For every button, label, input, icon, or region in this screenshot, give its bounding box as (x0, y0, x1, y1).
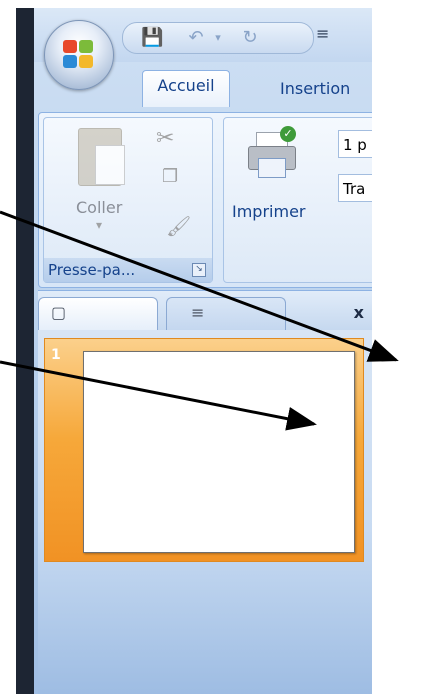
print-option-field[interactable]: Tra (338, 174, 372, 202)
customize-qat-icon[interactable]: ≡ (316, 24, 329, 43)
clipboard-group-label: Presse-pa... (44, 258, 212, 282)
paste-button-label[interactable]: Coller (76, 198, 122, 217)
tab-slides[interactable]: ▢ (38, 297, 158, 330)
tab-outline[interactable]: ≡ (166, 297, 286, 330)
office-logo-icon (63, 40, 95, 70)
powerpoint-window: 💾 ↶ ▾ ↻ ≡ Accueil Insertion Coller ▾ ✂ ❐… (34, 8, 372, 694)
pane-tabs: ▢ ≡ x (38, 290, 372, 331)
undo-icon[interactable]: ↶ (185, 27, 207, 49)
slides-tab-icon: ▢ (51, 303, 67, 322)
paste-icon[interactable] (78, 128, 125, 186)
redo-icon[interactable]: ↻ (239, 27, 261, 49)
quick-access-toolbar: 💾 ↶ ▾ ↻ (122, 22, 314, 54)
clipboard-group: Coller ▾ ✂ ❐ 🖌 Presse-pa... ↘ (43, 117, 213, 283)
print-button-label[interactable]: Imprimer (232, 202, 306, 221)
slide-number: 1 (51, 347, 61, 363)
dropdown-arrow-icon[interactable]: ▾ (96, 218, 102, 232)
outline-tab-icon: ≡ (191, 303, 205, 322)
dialog-launcher-icon[interactable]: ↘ (192, 263, 206, 277)
slide-thumbnail[interactable] (83, 351, 355, 553)
print-group: ✓ Imprimer 1 p Tra (223, 117, 372, 283)
format-painter-icon[interactable]: 🖌 (166, 214, 191, 238)
save-icon[interactable]: 💾 (141, 27, 163, 49)
copy-icon[interactable]: ❐ (162, 166, 178, 187)
tab-accueil[interactable]: Accueil (142, 70, 230, 107)
ribbon: Coller ▾ ✂ ❐ 🖌 Presse-pa... ↘ ✓ Imprimer… (38, 112, 372, 288)
office-button[interactable] (44, 20, 114, 90)
cut-icon[interactable]: ✂ (156, 126, 174, 151)
close-pane-icon[interactable]: x (354, 303, 364, 322)
printer-icon[interactable]: ✓ (246, 126, 296, 178)
dropdown-arrow-icon[interactable]: ▾ (207, 27, 229, 49)
copies-field[interactable]: 1 p (338, 130, 372, 158)
tab-insertion[interactable]: Insertion (270, 74, 360, 104)
window-frame-left (16, 8, 36, 694)
slide-thumbnail-row[interactable]: 1 (44, 338, 364, 562)
slides-pane: 1 (38, 330, 372, 694)
